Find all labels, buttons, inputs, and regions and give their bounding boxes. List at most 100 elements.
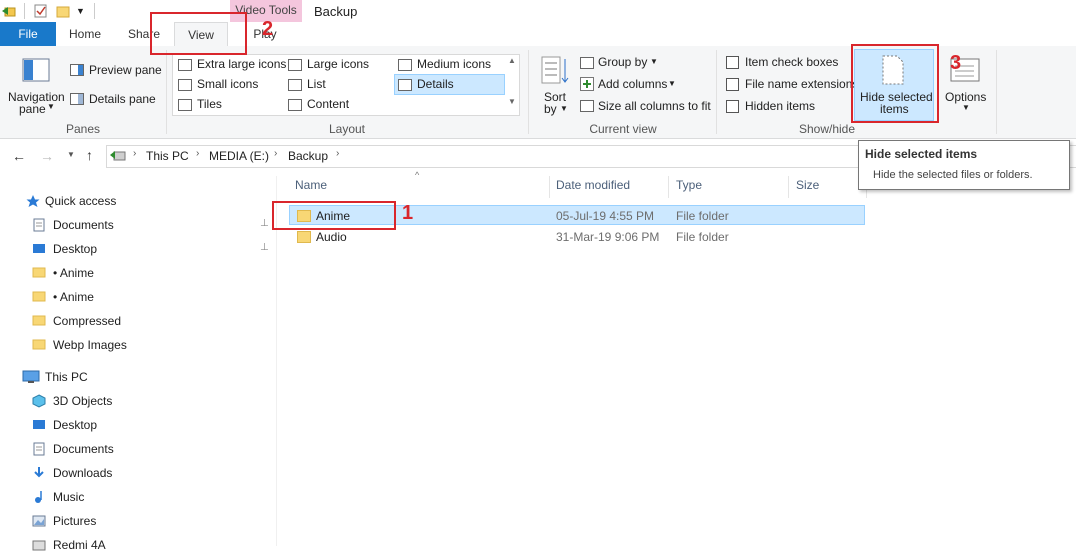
chevron-down-icon[interactable]: ▼ [47,102,55,111]
qat-separator [94,3,95,19]
layout-small-icons[interactable]: Small icons [197,77,258,91]
pictures-icon [32,514,46,528]
music-icon [32,490,46,504]
file-name-extensions-label: File name extensions [745,77,859,91]
properties-icon[interactable] [34,4,48,18]
pin-icon[interactable]: ⊥ [260,242,269,253]
chevron-down-icon[interactable]: ▼ [962,103,970,112]
chevron-down-icon[interactable]: ▼ [668,79,676,88]
small-icons-icon [178,79,192,91]
navigation-pane-label-2[interactable]: pane [19,102,46,116]
column-divider[interactable] [549,176,550,198]
details-pane-button[interactable]: Details pane [89,92,156,106]
new-folder-icon[interactable] [56,4,70,18]
file-row-audio[interactable]: Audio 31-Mar-19 9:06 PM File folder [289,227,865,247]
nav-item[interactable]: Redmi 4A [53,534,106,556]
back-arrow-icon[interactable]: ← [12,148,26,164]
annotation-box-3 [851,44,939,123]
chevron-down-icon[interactable]: ▼ [650,57,658,66]
navigation-pane-icon[interactable] [22,58,50,82]
column-header-type[interactable]: Type [676,178,702,192]
large-icons-icon [288,59,302,71]
pane-divider[interactable] [276,176,277,546]
item-check-boxes-checkbox[interactable] [726,56,739,69]
annotation-box-2 [150,12,247,55]
layout-medium-icons[interactable]: Medium icons [417,57,491,71]
sort-by-icon[interactable] [541,55,569,85]
group-label-layout: Layout [328,122,366,136]
forward-arrow-icon[interactable]: → [40,148,54,164]
file-type: File folder [676,230,729,244]
recent-locations-icon[interactable]: ▼ [67,150,75,159]
download-icon [32,466,46,480]
file-name-extensions-checkbox[interactable] [726,78,739,91]
list-icon [288,79,302,91]
breadcrumb-separator-icon: › [336,148,340,159]
item-check-boxes-label: Item check boxes [745,55,839,69]
file-type: File folder [676,209,729,223]
sort-by-label-2[interactable]: by [544,102,557,116]
pin-icon[interactable]: ⊥ [260,218,269,229]
preview-pane-button[interactable]: Preview pane [89,63,162,77]
layout-large-icons[interactable]: Large icons [307,57,369,71]
size-all-columns-button[interactable]: Size all columns to fit [598,99,711,113]
nav-item[interactable]: Music [53,486,84,508]
nav-item[interactable]: Downloads [53,462,112,484]
window-title: Backup [314,4,358,19]
desktop-icon [32,242,46,256]
column-header-name[interactable]: Name [295,178,327,192]
group-label-show-hide: Show/hide [798,122,856,136]
breadcrumb-backup[interactable]: Backup [288,149,328,163]
nav-item[interactable]: Desktop [53,238,97,260]
nav-item[interactable]: Desktop [53,414,97,436]
up-arrow-icon[interactable]: ↑ [86,147,93,163]
chevron-down-icon[interactable]: ▼ [560,104,568,113]
qat-dropdown-icon[interactable]: ▼ [76,6,85,16]
qat-separator [24,3,25,19]
nav-item[interactable]: Documents [53,438,114,460]
column-divider[interactable] [788,176,789,198]
nav-item[interactable]: • Anime [53,262,94,284]
documents-icon [32,442,46,456]
breadcrumb-separator-icon: › [274,148,278,159]
ribbon-separator [166,50,167,134]
column-divider[interactable] [668,176,669,198]
gallery-more-icon[interactable]: ▼ [508,97,516,106]
add-columns-button[interactable]: Add columns [598,77,667,91]
nav-item[interactable]: Compressed [53,310,121,332]
tab-home[interactable]: Home [62,22,108,46]
nav-item[interactable]: Webp Images [53,334,127,356]
column-header-size[interactable]: Size [796,178,819,192]
group-by-button[interactable]: Group by [598,55,647,69]
ribbon-separator [716,50,717,134]
layout-list[interactable]: List [307,77,326,91]
gallery-scroll-up-icon[interactable]: ▲ [508,56,516,65]
tiles-icon [178,99,192,111]
nav-item[interactable]: • Anime [53,286,94,308]
layout-tiles[interactable]: Tiles [197,97,222,111]
medium-icons-icon [398,59,412,71]
layout-extra-large-icons[interactable]: Extra large icons [197,57,286,71]
explorer-back-icon[interactable] [2,4,16,18]
hidden-items-checkbox[interactable] [726,100,739,113]
column-header-date[interactable]: Date modified [556,178,630,192]
hidden-items-label: Hidden items [745,99,816,113]
nav-quick-access[interactable]: Quick access [45,190,116,212]
tooltip-body: Hide the selected files or folders. [873,169,1033,181]
star-icon [26,194,40,208]
nav-item[interactable]: Documents [53,214,114,236]
nav-item[interactable]: Pictures [53,510,96,532]
annotation-box-1 [272,201,396,230]
folder-icon [32,338,46,352]
layout-content[interactable]: Content [307,97,349,111]
size-columns-icon [580,100,594,112]
nav-item[interactable]: 3D Objects [53,390,112,412]
tab-file[interactable]: File [0,22,56,46]
computer-icon [22,370,40,384]
breadcrumb-media[interactable]: MEDIA (E:) [209,149,269,163]
nav-this-pc[interactable]: This PC [45,366,88,388]
layout-details[interactable]: Details [417,77,454,91]
breadcrumb-this-pc[interactable]: This PC [146,149,189,163]
preview-pane-icon [70,64,84,76]
options-button[interactable]: Options [945,90,986,104]
